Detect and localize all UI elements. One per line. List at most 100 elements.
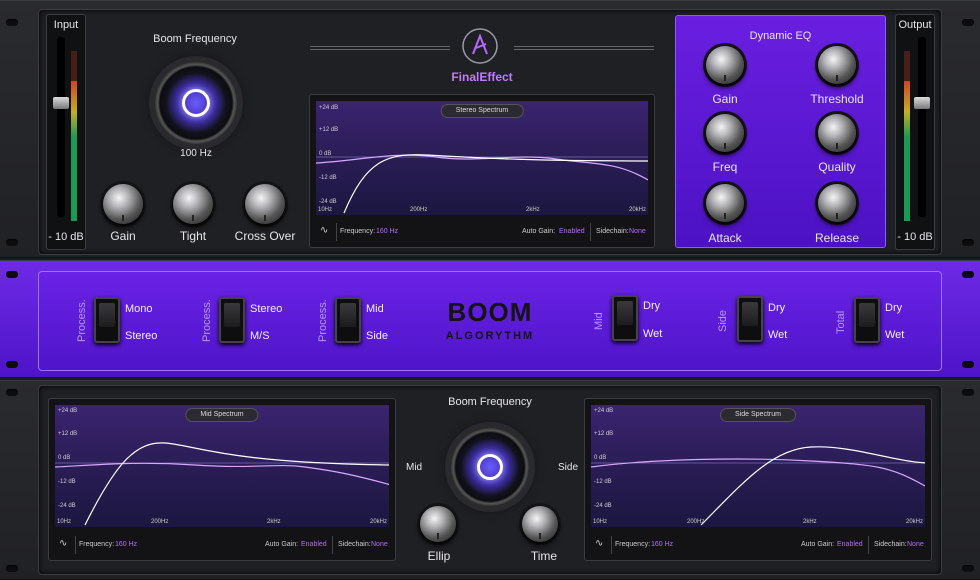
process-label: Process. [76, 299, 88, 342]
ellip-knob[interactable] [420, 506, 456, 542]
switch-option-mono: Mono [125, 303, 153, 315]
switch-option-dry: Dry [885, 302, 903, 314]
switch-option-wet: Wet [885, 329, 905, 341]
x-tick: 2kHz [267, 519, 281, 525]
mid-side-switch[interactable] [335, 297, 361, 343]
switch-option-dry: Dry [768, 302, 786, 314]
mono-stereo-switch[interactable] [94, 297, 120, 343]
frequency-value[interactable]: 160 Hz [376, 228, 398, 235]
output-level-bar [904, 81, 910, 221]
dynamic-eq-panel: Dynamic EQ Gain Threshold Freq Quality A… [675, 15, 886, 248]
side-spectrum-screen: Side Spectrum +24 dB +12 dB 0 dB -12 dB … [584, 398, 932, 561]
eq-threshold-knob[interactable] [818, 46, 856, 84]
spectrum-icon[interactable]: ∿ [59, 538, 67, 549]
mix-label-total: Total [835, 310, 847, 334]
frequency-label: Frequency: [615, 541, 651, 548]
y-tick: -12 dB [319, 175, 337, 181]
y-tick: -24 dB [594, 503, 612, 509]
eq-gain-label: Gain [712, 92, 738, 106]
rack-screw [962, 271, 974, 278]
stereo-spectrum-display[interactable]: Stereo Spectrum +24 dB +12 dB 0 dB -12 d… [316, 101, 648, 215]
rack-screw [962, 389, 974, 396]
x-tick: 10Hz [57, 519, 72, 525]
logo-icon [462, 28, 498, 64]
crossover-knob[interactable] [245, 184, 285, 224]
side-spectrum-title: Side Spectrum [720, 408, 796, 422]
eq-quality-label: Quality [818, 160, 856, 174]
autogain-value[interactable]: Enabled [559, 228, 585, 235]
frequency-label: Frequency: [340, 228, 376, 235]
y-tick: -24 dB [58, 503, 76, 509]
tight-knob[interactable] [173, 184, 213, 224]
y-tick: +12 dB [58, 431, 78, 437]
stereo-spectrum-graph [316, 154, 648, 214]
y-tick: +12 dB [319, 127, 339, 133]
frequency-value[interactable]: 160 Hz [115, 541, 137, 548]
eq-gain-knob[interactable] [706, 46, 744, 84]
frequency-value[interactable]: 160 Hz [651, 541, 673, 548]
eq-quality-knob[interactable] [818, 114, 856, 152]
x-tick: 20kHz [905, 519, 923, 525]
output-fader[interactable] [914, 97, 930, 109]
stereo-spectrum-title: Stereo Spectrum [440, 104, 524, 118]
boom-frequency-knob-bottom[interactable] [451, 428, 529, 506]
y-tick: -12 dB [58, 479, 76, 485]
y-tick: 0 dB [319, 151, 332, 157]
x-tick: 10Hz [593, 519, 608, 525]
output-fader-track [918, 37, 926, 217]
sidechain-value[interactable]: None [371, 541, 388, 548]
input-meter-title: Input [53, 19, 79, 31]
autogain-label: Auto Gain: [265, 541, 299, 548]
side-label: Side [558, 462, 579, 473]
process-label: Process. [317, 299, 329, 342]
autogain-value[interactable]: Enabled [301, 541, 327, 548]
input-fader-track [57, 37, 65, 217]
brand-subtitle: ALGORYTHM [445, 330, 535, 342]
y-tick: +24 dB [319, 105, 339, 111]
x-tick: 200Hz [687, 519, 705, 525]
eq-attack-knob[interactable] [706, 184, 744, 222]
eq-release-knob[interactable] [818, 184, 856, 222]
y-tick: 0 dB [594, 455, 607, 461]
side-spectrum-status: ∿ Frequency: 160 Hz Auto Gain: Enabled S… [591, 534, 925, 556]
rack-screw [962, 19, 974, 26]
sidechain-value[interactable]: None [907, 541, 924, 548]
rack-screw [6, 19, 18, 26]
y-tick: 0 dB [58, 455, 71, 461]
sidechain-label: Sidechain: [874, 541, 907, 548]
logo: FinalEffect [310, 24, 654, 88]
spectrum-icon[interactable]: ∿ [595, 538, 603, 549]
boom-frequency-knob[interactable] [155, 62, 237, 144]
y-tick: -12 dB [594, 479, 612, 485]
y-tick: +24 dB [594, 408, 614, 414]
output-level-bar-peak [904, 51, 910, 81]
spectrum-icon[interactable]: ∿ [320, 225, 328, 236]
gain-knob[interactable] [103, 184, 143, 224]
side-spectrum-display[interactable]: Side Spectrum +24 dB +12 dB 0 dB -12 dB … [591, 405, 925, 527]
autogain-value[interactable]: Enabled [837, 541, 863, 548]
input-fader[interactable] [53, 97, 69, 109]
switch-option-mid: Mid [366, 303, 384, 315]
mid-dry-wet-switch[interactable] [612, 295, 638, 341]
output-meter-title: Output [898, 19, 932, 31]
sidechain-value[interactable]: None [629, 228, 646, 235]
rack-screw [6, 361, 18, 368]
x-tick: 2kHz [526, 207, 540, 213]
y-tick: -24 dB [319, 199, 337, 205]
input-level-bar-peak [71, 51, 77, 81]
eq-freq-knob[interactable] [706, 114, 744, 152]
y-tick: +24 dB [58, 408, 78, 414]
switch-option-stereo: Stereo [125, 330, 158, 342]
total-dry-wet-switch[interactable] [854, 297, 880, 343]
mid-spectrum-display[interactable]: Mid Spectrum +24 dB +12 dB 0 dB -12 dB -… [55, 405, 389, 527]
rack-screw [6, 239, 18, 246]
boom-frequency-title-bottom: Boom Frequency [448, 396, 532, 408]
process-label: Process. [201, 299, 213, 342]
eq-release-label: Release [814, 231, 860, 245]
x-tick: 20kHz [369, 519, 387, 525]
eq-freq-label: Freq [712, 160, 738, 174]
stereo-ms-switch[interactable] [219, 297, 245, 343]
time-knob[interactable] [522, 506, 558, 542]
rack-screw [6, 271, 18, 278]
side-dry-wet-switch[interactable] [737, 296, 763, 342]
